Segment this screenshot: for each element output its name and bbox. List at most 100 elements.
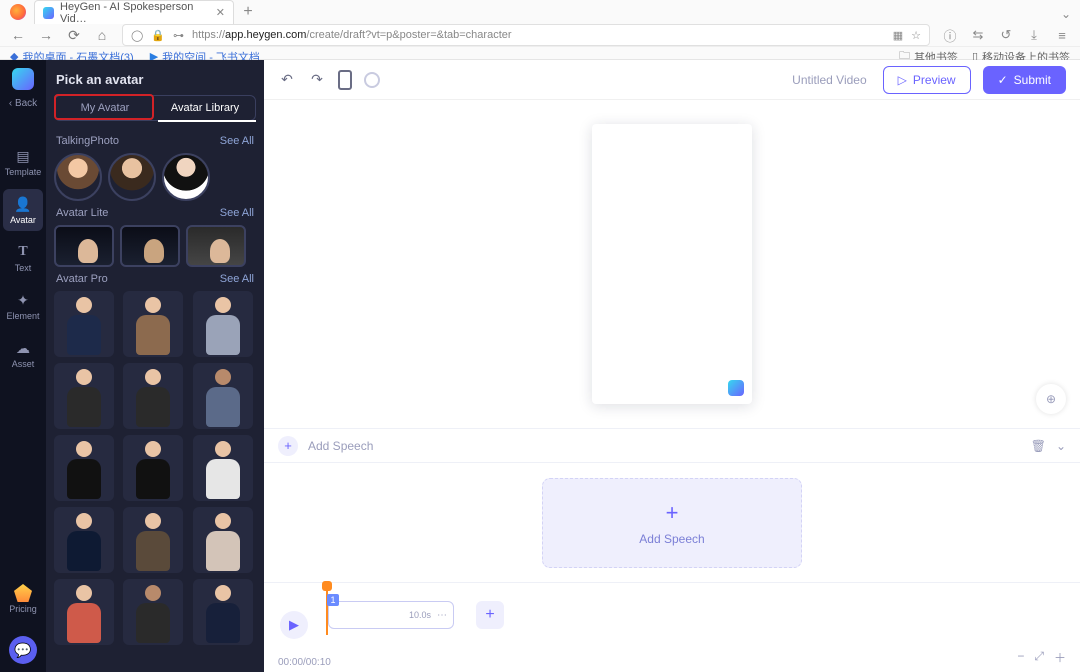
nav-forward-icon[interactable]: → bbox=[38, 27, 54, 43]
close-tab-icon[interactable]: ✕ bbox=[216, 6, 225, 19]
clip-index-badge: 1 bbox=[327, 594, 339, 606]
tab-my-avatar[interactable]: My Avatar bbox=[55, 96, 155, 120]
preview-button[interactable]: ▷ Preview bbox=[883, 66, 971, 94]
zoom-fit-icon[interactable]: ⤢ bbox=[1034, 649, 1044, 666]
avatar-pro-item[interactable] bbox=[193, 579, 253, 645]
nav-avatar[interactable]: 👤 Avatar bbox=[3, 189, 43, 231]
talking-photo-item[interactable] bbox=[54, 153, 102, 201]
avatar-pro-item[interactable] bbox=[123, 579, 183, 645]
nav-home-icon[interactable]: ⌂ bbox=[94, 27, 110, 43]
zoom-button[interactable]: ⊕ bbox=[1036, 384, 1066, 414]
see-all-link[interactable]: See All bbox=[220, 207, 254, 219]
add-clip-button[interactable]: + bbox=[476, 601, 504, 629]
url-scheme: https:// bbox=[192, 29, 225, 41]
url-path: /create/draft?vt=p&poster=&tab=character bbox=[306, 29, 511, 41]
orientation-portrait-icon[interactable] bbox=[338, 70, 352, 90]
speech-bar: + Add Speech 🗑 ⌄ bbox=[264, 428, 1080, 462]
avatar-lite-item[interactable] bbox=[186, 225, 246, 267]
avatar-pro-item[interactable] bbox=[123, 291, 183, 357]
watermark-logo-icon bbox=[728, 380, 744, 396]
avatar-lite-item[interactable] bbox=[120, 225, 180, 267]
timeline-play-button[interactable]: ▶ bbox=[280, 611, 308, 639]
redo-icon[interactable]: ↷ bbox=[308, 71, 326, 89]
section-title: Avatar Pro bbox=[56, 273, 108, 285]
talking-photo-item[interactable] bbox=[162, 153, 210, 201]
panel-tabs: My Avatar Avatar Library bbox=[54, 95, 256, 121]
section-title: TalkingPhoto bbox=[56, 135, 119, 147]
nav-text[interactable]: T Text bbox=[3, 237, 43, 279]
editor-main: ↶ ↷ Untitled Video ▷ Preview ✓ Submit ⊕ … bbox=[264, 60, 1080, 672]
section-title: Avatar Lite bbox=[56, 207, 108, 219]
nav-strip: ‹ Back ▤ Template 👤 Avatar T Text ✦ Elem… bbox=[0, 60, 46, 672]
nav-reload-icon[interactable]: ⟳ bbox=[66, 27, 82, 44]
delete-icon[interactable]: 🗑 bbox=[1031, 439, 1046, 453]
address-bar[interactable]: ◯ 🔒 ⊶ https://app.heygen.com/create/draf… bbox=[122, 24, 930, 46]
qr-icon[interactable]: ▦ bbox=[893, 29, 903, 42]
back-link[interactable]: ‹ Back bbox=[9, 98, 37, 109]
firefox-logo-icon bbox=[10, 4, 26, 20]
history-icon[interactable]: ↺ bbox=[998, 27, 1014, 43]
avatar-scroll[interactable]: TalkingPhoto See All Avatar Lite See All A… bbox=[54, 129, 256, 662]
timeline-clip[interactable]: 1 10.0s ⋯ bbox=[328, 601, 454, 629]
nav-label: Element bbox=[6, 311, 39, 321]
avatar-pro-item[interactable] bbox=[54, 579, 114, 645]
account-icon[interactable]: ⓘ bbox=[942, 26, 958, 45]
nav-asset[interactable]: ☁ Asset bbox=[3, 333, 43, 375]
avatar-pro-item[interactable] bbox=[54, 435, 114, 501]
add-speech-big-button[interactable]: + Add Speech bbox=[542, 478, 802, 568]
avatar-pro-item[interactable] bbox=[193, 507, 253, 573]
shield-icon: ◯ bbox=[131, 29, 143, 42]
nav-back-icon[interactable]: ← bbox=[10, 27, 26, 43]
zoom-out-icon[interactable]: − bbox=[1017, 649, 1024, 666]
avatar-pro-item[interactable] bbox=[123, 507, 183, 573]
avatar-lite-item[interactable] bbox=[54, 225, 114, 267]
support-chat-button[interactable]: 💬 bbox=[9, 636, 37, 664]
add-speech-big-label: Add Speech bbox=[639, 532, 704, 546]
window-menu-icon[interactable]: ⌄ bbox=[1056, 4, 1076, 24]
avatar-pro-item[interactable] bbox=[193, 363, 253, 429]
nav-pricing[interactable]: Pricing bbox=[3, 578, 43, 620]
button-label: Submit bbox=[1014, 73, 1051, 87]
avatar-pro-item[interactable] bbox=[193, 435, 253, 501]
extensions-icon[interactable]: ⇆ bbox=[970, 27, 986, 43]
avatar-pro-item[interactable] bbox=[123, 363, 183, 429]
app-menu-icon[interactable]: ≡ bbox=[1054, 28, 1070, 43]
cloud-upload-icon: ☁ bbox=[14, 339, 32, 357]
avatar-pro-item[interactable] bbox=[123, 435, 183, 501]
add-speech-inline-button[interactable]: + bbox=[278, 436, 298, 456]
project-title[interactable]: Untitled Video bbox=[792, 73, 867, 87]
app-logo-icon[interactable] bbox=[12, 68, 34, 90]
tab-title: HeyGen - AI Spokesperson Vid… bbox=[60, 1, 210, 25]
nav-label: Text bbox=[15, 263, 32, 273]
avatar-pro-item[interactable] bbox=[54, 291, 114, 357]
tab-avatar-library[interactable]: Avatar Library bbox=[155, 96, 255, 120]
plus-icon: + bbox=[666, 500, 679, 526]
avatar-pro-grid bbox=[54, 291, 256, 645]
nav-element[interactable]: ✦ Element bbox=[3, 285, 43, 327]
timeline-track[interactable]: 1 10.0s ⋯ + bbox=[328, 601, 1066, 633]
avatar-pro-item[interactable] bbox=[54, 507, 114, 573]
clip-duration: 10.0s bbox=[409, 610, 431, 620]
avatar-pro-item[interactable] bbox=[54, 363, 114, 429]
clip-menu-icon[interactable]: ⋯ bbox=[437, 610, 447, 621]
canvas-area[interactable]: ⊕ bbox=[264, 100, 1080, 428]
bookmark-star-icon[interactable]: ☆ bbox=[911, 29, 921, 42]
talking-photo-item[interactable] bbox=[108, 153, 156, 201]
submit-button[interactable]: ✓ Submit bbox=[983, 66, 1066, 94]
avatar-pro-item[interactable] bbox=[193, 291, 253, 357]
timecode: 00:00/00:10 bbox=[278, 657, 331, 668]
active-tab-underline bbox=[158, 120, 256, 122]
app-root: ‹ Back ▤ Template 👤 Avatar T Text ✦ Elem… bbox=[0, 60, 1080, 672]
zoom-in-icon[interactable]: ＋ bbox=[1054, 649, 1066, 666]
see-all-link[interactable]: See All bbox=[220, 135, 254, 147]
downloads-icon[interactable]: ⤓ bbox=[1026, 27, 1042, 43]
undo-icon[interactable]: ↶ bbox=[278, 71, 296, 89]
chevron-down-icon[interactable]: ⌄ bbox=[1056, 439, 1066, 453]
video-stage[interactable] bbox=[592, 124, 752, 404]
see-all-link[interactable]: See All bbox=[220, 273, 254, 285]
nav-label: Avatar bbox=[10, 215, 36, 225]
new-tab-button[interactable]: + bbox=[236, 0, 260, 24]
browser-tab[interactable]: HeyGen - AI Spokesperson Vid… ✕ bbox=[34, 0, 234, 24]
orientation-circle-icon[interactable] bbox=[364, 72, 380, 88]
nav-template[interactable]: ▤ Template bbox=[3, 141, 43, 183]
